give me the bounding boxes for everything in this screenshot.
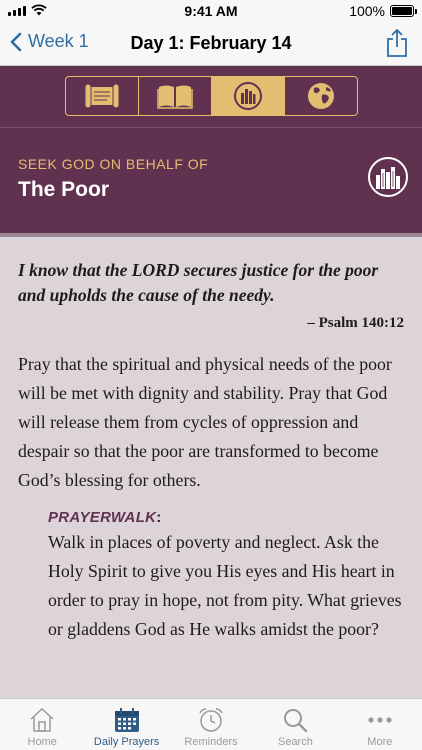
more-icon: [368, 717, 392, 723]
segment-book[interactable]: [139, 77, 212, 115]
segment-scroll[interactable]: [66, 77, 139, 115]
tab-bar: Home Daily Prayers Reminders Search More: [0, 698, 422, 750]
status-right: 100%: [349, 3, 417, 19]
tab-search-icon-wrap: [281, 705, 309, 735]
prayer-content: I know that the LORD secures justice for…: [0, 237, 422, 698]
prayer-text: Pray that the spiritual and physical nee…: [18, 354, 392, 490]
tab-more-icon-wrap: [366, 705, 394, 735]
prayerwalk-colon: :: [156, 509, 162, 526]
alarm-clock-icon: [199, 708, 223, 732]
tab-reminders[interactable]: Reminders: [169, 699, 253, 750]
share-button[interactable]: [386, 28, 408, 63]
tab-reminders-icon-wrap: [197, 705, 225, 735]
scroll-icon: [84, 83, 120, 109]
status-bar: 9:41 AM 100%: [0, 0, 422, 22]
category-title: The Poor: [18, 178, 110, 201]
home-icon: [30, 707, 54, 732]
tab-home[interactable]: Home: [0, 699, 84, 750]
segment-globe[interactable]: [285, 77, 357, 115]
tab-more[interactable]: More: [338, 699, 422, 750]
header-divider: [0, 127, 422, 128]
prayerwalk-section: PRAYERWALK: Walk in places of poverty an…: [48, 509, 404, 644]
tab-label: Daily Prayers: [93, 736, 160, 748]
segment-city[interactable]: [212, 77, 285, 115]
scripture-reference: – Psalm 140:12: [307, 315, 404, 331]
category-badge: [368, 157, 408, 197]
prayerwalk-text: Walk in places of poverty and neglect. A…: [48, 532, 402, 639]
open-book-icon: [157, 85, 193, 109]
scripture-verse: I know that the LORD secures justice for…: [18, 260, 379, 305]
tab-home-icon-wrap: [28, 705, 56, 735]
header-kicker: SEEK GOD ON BEHALF OF: [18, 156, 209, 172]
section-segmented-control: [65, 76, 358, 116]
tab-label: More: [367, 736, 393, 748]
battery-percent: 100%: [349, 3, 385, 19]
navigation-bar: Week 1 Day 1: February 14: [0, 22, 422, 66]
calendar-icon: [114, 708, 139, 732]
globe-icon: [308, 83, 334, 109]
tab-label: Home: [27, 736, 57, 748]
prayerwalk-heading: PRAYERWALK:: [48, 509, 404, 526]
tab-label: Reminders: [184, 736, 238, 748]
tab-daily-prayers[interactable]: Daily Prayers: [84, 699, 168, 750]
category-header: SEEK GOD ON BEHALF OF The Poor: [0, 66, 422, 233]
tab-daily-prayers-icon-wrap: [113, 705, 141, 735]
share-icon: [387, 29, 407, 57]
search-icon: [284, 709, 308, 733]
battery-icon: [390, 5, 417, 17]
city-icon: [376, 167, 400, 189]
tab-search[interactable]: Search: [253, 699, 337, 750]
prayerwalk-label: PRAYERWALK: [48, 509, 157, 526]
city-icon: [234, 82, 262, 110]
page-title: Day 1: February 14: [130, 33, 292, 53]
tab-label: Search: [277, 736, 313, 748]
